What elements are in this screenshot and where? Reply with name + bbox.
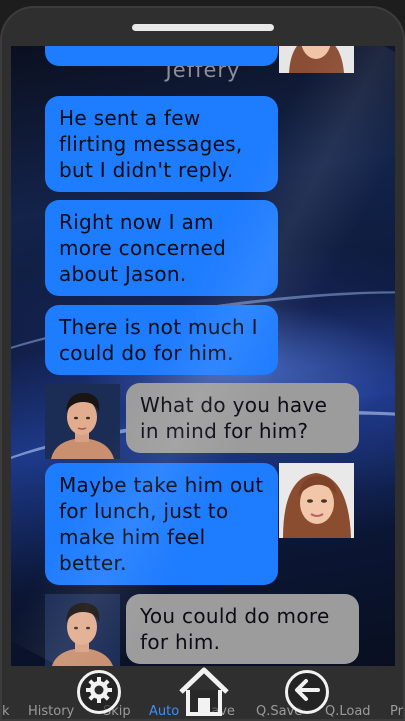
quick-menu-auto[interactable]: Auto: [149, 704, 179, 719]
settings-button[interactable]: [77, 670, 121, 714]
message-bubble-her: Right now I am more concerned about Jaso…: [45, 200, 278, 296]
quick-menu-qload[interactable]: Q.Load: [325, 704, 371, 719]
message-bubble-her: Maybe take him out for lunch, just to ma…: [45, 463, 278, 585]
home-button[interactable]: [177, 666, 231, 716]
quick-menu-history[interactable]: History: [28, 704, 74, 719]
message-bubble-me: You could do more for him.: [126, 594, 359, 664]
message-bubble-her: [45, 46, 278, 66]
avatar-me: [45, 594, 120, 666]
message-bubble-her: There is not much I could do for him.: [45, 305, 278, 375]
quick-menu-back[interactable]: k: [2, 704, 10, 719]
home-icon: [177, 667, 231, 720]
quick-menu-bar: k History Skip Auto Save Q.Save Q.Load P…: [0, 666, 405, 721]
phone-screen: Jeffery He sent a few flirting messages,…: [11, 46, 395, 666]
back-arrow-icon: [293, 678, 321, 706]
gear-icon: [84, 675, 114, 709]
quick-menu-prefs[interactable]: Pr: [390, 704, 403, 719]
avatar-her: [279, 46, 354, 73]
game-screen: Jeffery He sent a few flirting messages,…: [0, 0, 405, 721]
phone-speaker: [132, 24, 274, 31]
message-bubble-me: What do you have in mind for him?: [126, 383, 359, 453]
avatar-me: [45, 384, 120, 459]
avatar-her: [279, 463, 354, 538]
message-bubble-her: He sent a few flirting messages, but I d…: [45, 96, 278, 192]
back-button[interactable]: [285, 670, 329, 714]
